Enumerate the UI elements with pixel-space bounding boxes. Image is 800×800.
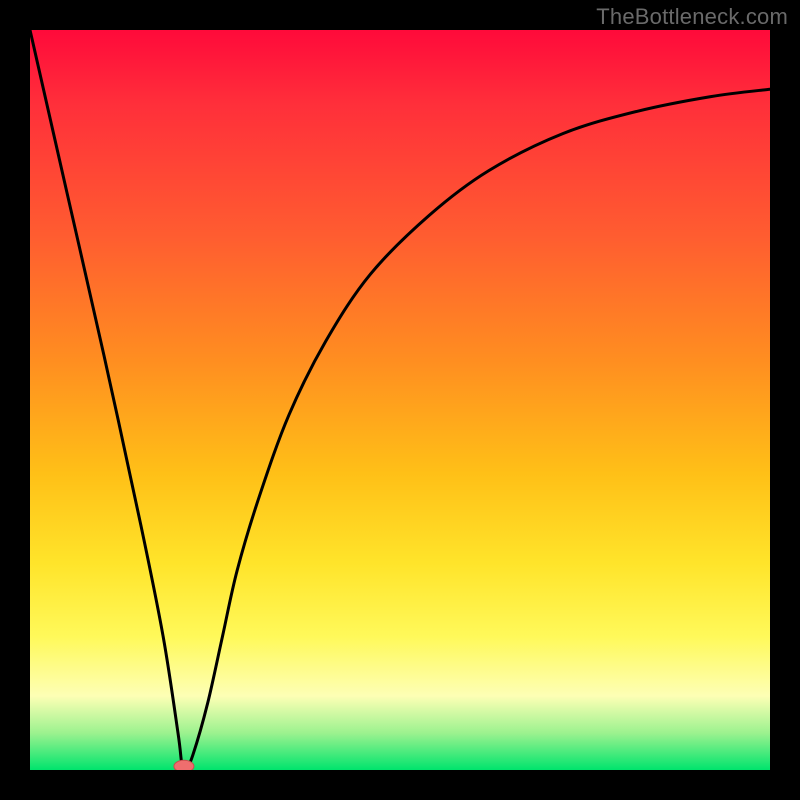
curve-svg	[30, 30, 770, 770]
markers-group	[174, 760, 194, 770]
plot-area	[30, 30, 770, 770]
watermark-text: TheBottleneck.com	[596, 4, 788, 30]
bottleneck-curve-path	[30, 30, 770, 770]
marker-optimal-point	[174, 760, 194, 770]
chart-frame: TheBottleneck.com	[0, 0, 800, 800]
bottleneck-curve	[30, 30, 770, 770]
